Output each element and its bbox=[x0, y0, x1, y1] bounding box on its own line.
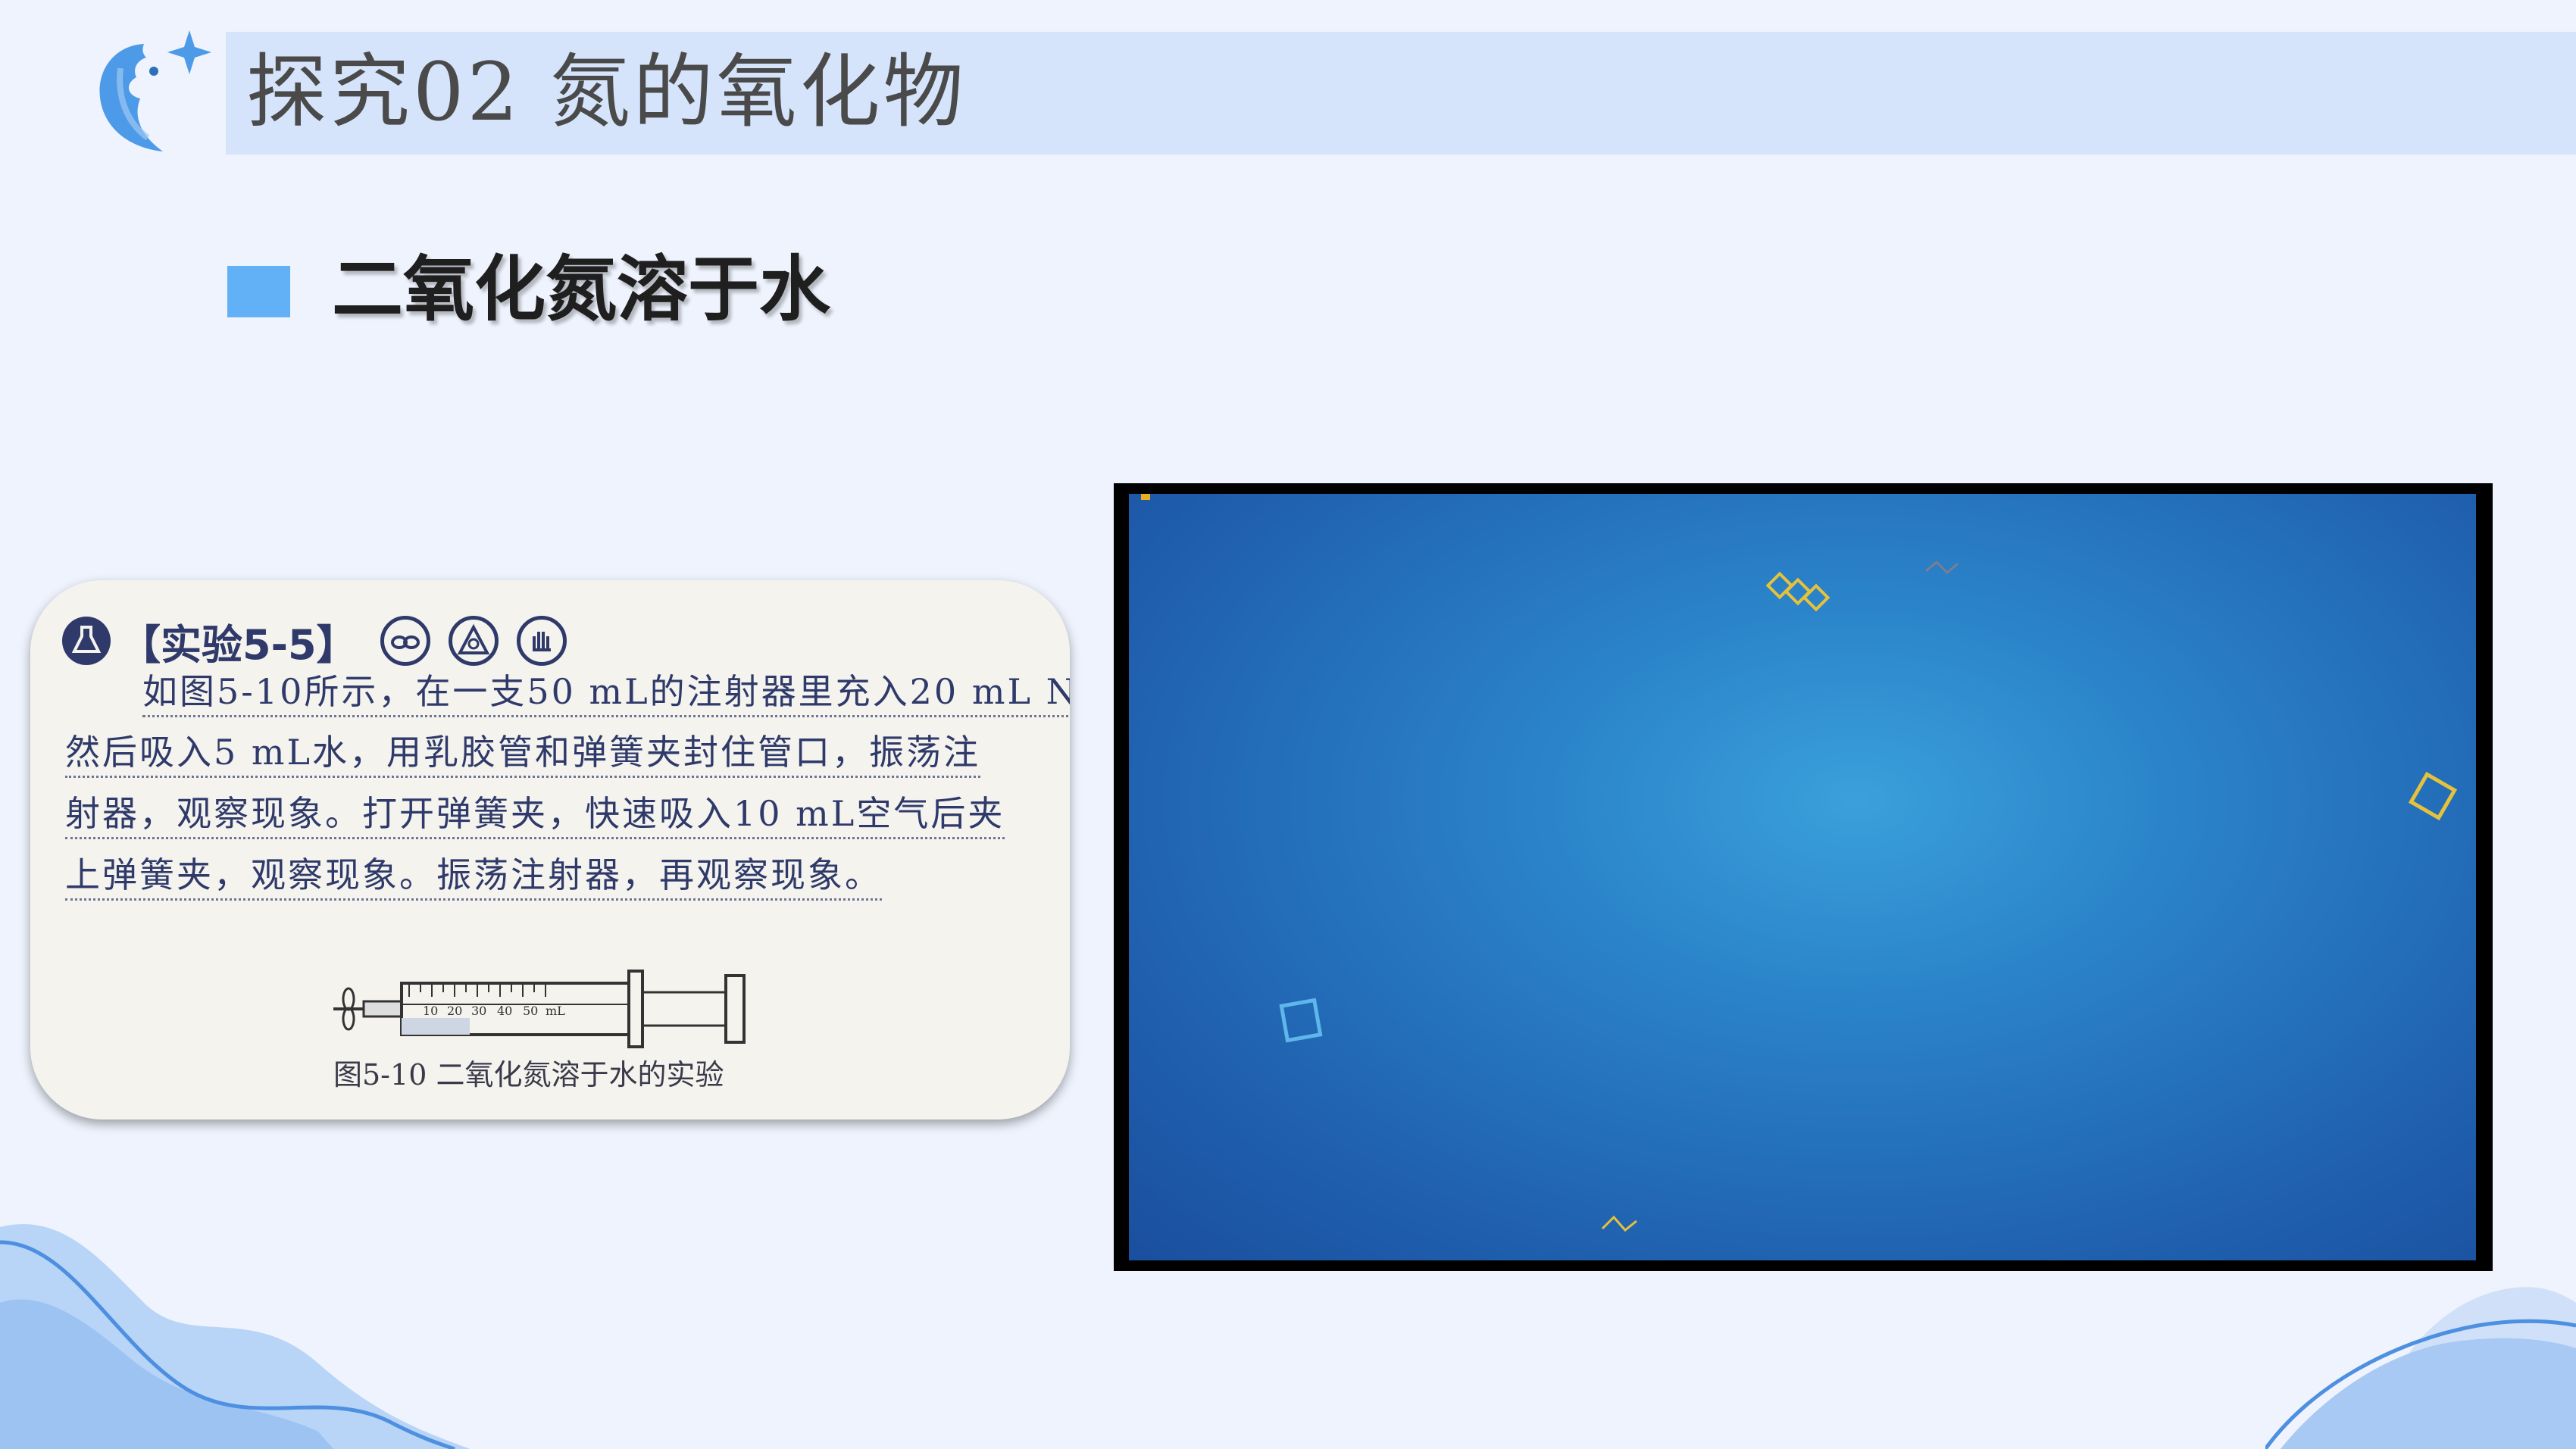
hand-wash-icon bbox=[516, 616, 567, 666]
scale-label: 50 bbox=[523, 1004, 538, 1018]
page-title: 探究02 氮的氧化物 bbox=[246, 45, 967, 139]
text-line: 然后吸入5 mL水，用乳胶管和弹簧夹封住管口，振荡注 bbox=[65, 729, 981, 778]
figure-caption: 图5-10 二氧化氮溶于水的实验 bbox=[333, 1058, 724, 1091]
biohazard-icon bbox=[448, 616, 499, 666]
bullet-square bbox=[227, 266, 290, 317]
text-line: 射器，观察现象。打开弹簧夹，快速吸入10 mL空气后夹 bbox=[65, 790, 1005, 839]
scale-label: 40 bbox=[497, 1004, 512, 1018]
textbook-excerpt-image: 【实验5-5】 如图5-10所示，在一支50 mL的注射器里充入20 mL NO… bbox=[30, 580, 1070, 1120]
safety-icons bbox=[380, 616, 567, 666]
video-decorations bbox=[1141, 494, 2458, 1232]
text-line: 如图5-10所示，在一支50 mL的注射器里充入20 mL NO， bbox=[142, 668, 1070, 717]
scale-label: mL bbox=[546, 1004, 565, 1018]
text-line: 上弹簧夹，观察现象。振荡注射器，再观察现象。 bbox=[65, 851, 882, 901]
experiment-header: 【实验5-5】 bbox=[62, 609, 567, 673]
video-screen[interactable] bbox=[1129, 494, 2476, 1260]
decorative-wave-left bbox=[0, 1224, 470, 1449]
section-heading: 二氧化氮溶于水 bbox=[332, 248, 831, 331]
decorative-wave-right bbox=[2265, 1287, 2576, 1449]
scale-label: 30 bbox=[471, 1004, 486, 1018]
flask-icon bbox=[62, 617, 111, 665]
experiment-label: 【实验5-5】 bbox=[120, 620, 358, 669]
syringe-diagram: 10 20 30 40 50 mL bbox=[333, 970, 746, 1048]
scale-label: 20 bbox=[447, 1004, 462, 1018]
goggles-icon bbox=[380, 616, 430, 666]
video-player[interactable] bbox=[1114, 483, 2493, 1271]
scale-label: 10 bbox=[423, 1004, 438, 1018]
moon-face-star-icon bbox=[99, 30, 211, 151]
